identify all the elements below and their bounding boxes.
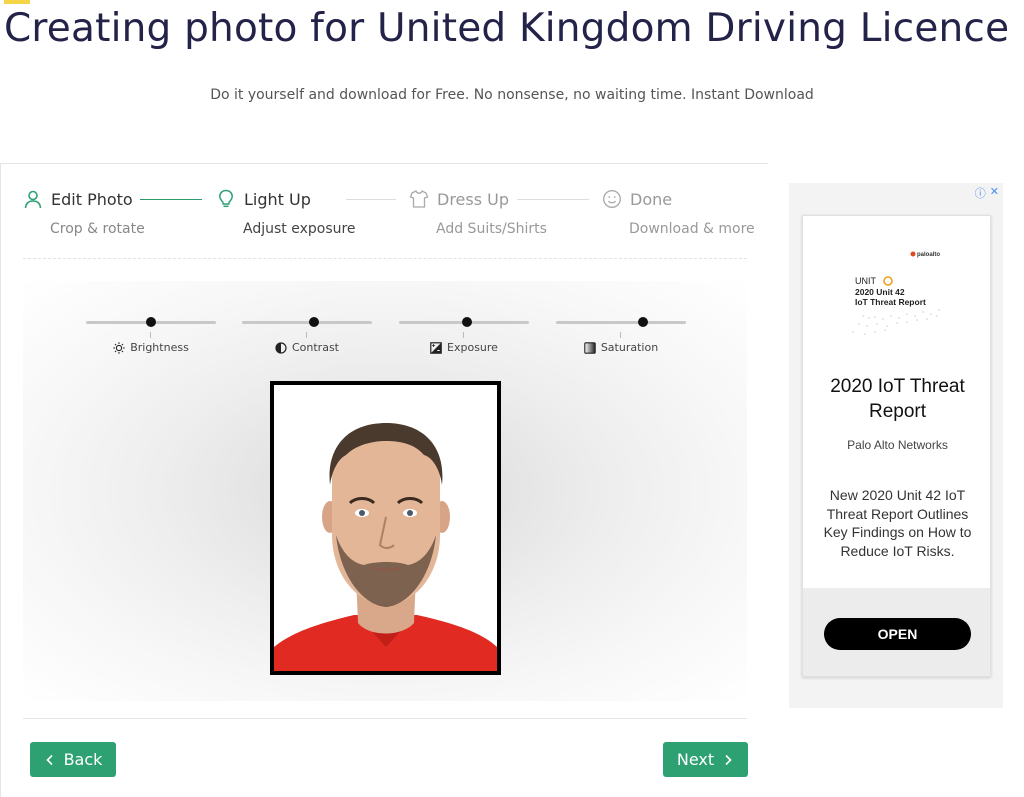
slider-label: Brightness — [130, 341, 189, 354]
ad-logo-brand: paloalto — [917, 252, 940, 258]
slider-track[interactable] — [242, 321, 372, 324]
step-subtitle: Adjust exposure — [243, 221, 356, 237]
slider-center-tick — [306, 332, 307, 338]
step-subtitle: Download & more — [629, 221, 755, 237]
page-subtitle: Do it yourself and download for Free. No… — [210, 87, 814, 103]
slider-center-tick — [150, 332, 151, 338]
exposure-icon — [430, 341, 442, 354]
saturation-slider[interactable]: Saturation — [556, 317, 686, 361]
step-connector — [346, 199, 396, 200]
chevron-right-icon — [725, 754, 732, 765]
sun-icon — [113, 341, 125, 354]
step-subtitle: Crop & rotate — [50, 221, 145, 237]
ad-close-icon[interactable]: ✕ — [990, 185, 999, 201]
step-done[interactable]: Done Download & more — [602, 186, 755, 237]
shirt-icon — [409, 190, 429, 208]
slider-handle[interactable] — [461, 317, 472, 327]
slider-label: Contrast — [291, 341, 339, 354]
step-title: Edit Photo — [51, 189, 133, 209]
step-connector — [517, 199, 589, 200]
portrait-image — [274, 385, 497, 671]
step-light-up[interactable]: Light Up Adjust exposure — [216, 186, 356, 237]
contrast-slider[interactable]: Contrast — [242, 317, 372, 361]
next-button-label: Next — [676, 750, 715, 769]
ad-info-icon[interactable]: ⓘ — [975, 185, 986, 201]
ad-report-image: paloalto UNIT 2020 Unit 42 IoT Threat Re… — [852, 251, 940, 335]
step-edit-photo[interactable]: Edit Photo Crop & rotate — [23, 186, 145, 237]
slider-center-tick — [463, 332, 464, 338]
ad-advertiser: Palo Alto Networks — [847, 438, 948, 452]
slider-handle[interactable] — [308, 317, 319, 327]
slider-center-tick — [620, 332, 621, 338]
back-button[interactable]: Back — [30, 742, 116, 777]
brightness-slider[interactable]: Brightness — [86, 317, 216, 361]
smiley-icon — [603, 190, 621, 208]
next-button[interactable]: Next — [663, 742, 748, 777]
page-title: Creating photo for United Kingdom Drivin… — [4, 6, 1010, 51]
passport-photo — [270, 381, 501, 675]
step-dress-up[interactable]: Dress Up Add Suits/Shirts — [409, 186, 547, 237]
advertisement: ⓘ ✕ paloalto UNIT 2020 Unit 42 IoT Threa… — [789, 183, 1003, 708]
step-subtitle: Add Suits/Shirts — [436, 221, 547, 237]
photo-workspace: Brightness Contrast Exposure Saturation — [23, 281, 747, 701]
ad-logo-unit: UNIT — [855, 276, 876, 286]
divider — [23, 258, 747, 259]
ad-card[interactable]: paloalto UNIT 2020 Unit 42 IoT Threat Re… — [802, 215, 991, 677]
back-button-label: Back — [63, 750, 103, 769]
slider-label: Saturation — [600, 341, 659, 354]
ad-logo-line1: 2020 Unit 42 — [855, 287, 905, 297]
slider-label: Exposure — [447, 341, 498, 354]
chevron-left-icon — [45, 754, 53, 765]
step-title: Light Up — [244, 189, 311, 209]
step-title: Dress Up — [437, 189, 510, 209]
divider — [23, 718, 747, 719]
ad-headline[interactable]: 2020 IoT Threat Report — [803, 374, 992, 424]
ad-open-button[interactable]: OPEN — [824, 618, 971, 650]
contrast-icon — [275, 341, 287, 354]
page: Creating photo for United Kingdom Drivin… — [0, 0, 1024, 797]
user-icon — [24, 190, 42, 209]
slider-handle[interactable] — [638, 317, 649, 327]
slider-track[interactable] — [556, 321, 686, 324]
step-title: Done — [630, 189, 673, 209]
step-progress: Edit Photo Crop & rotate Light Up Adjust… — [23, 186, 755, 246]
saturation-icon — [584, 341, 596, 354]
ad-description: New 2020 Unit 42 IoT Threat Report Outli… — [823, 487, 972, 559]
step-connector — [140, 199, 202, 200]
ad-logo-line2: IoT Threat Report — [855, 297, 926, 307]
exposure-slider[interactable]: Exposure — [399, 317, 529, 361]
lightbulb-icon — [219, 189, 233, 208]
photo-editor: Edit Photo Crop & rotate Light Up Adjust… — [0, 163, 768, 797]
slider-handle[interactable] — [146, 317, 156, 327]
highlight-mark — [4, 0, 30, 4]
